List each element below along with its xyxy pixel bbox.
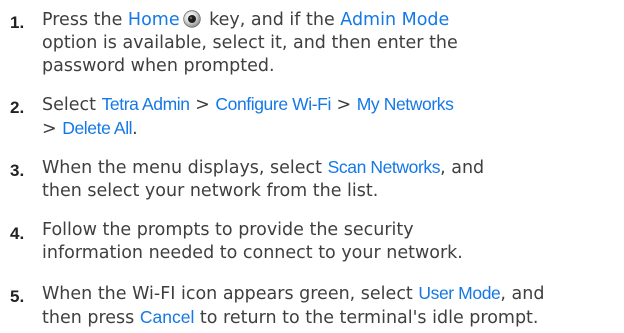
admin-mode-label: Admin Mode [340, 10, 450, 30]
tetra-admin-label: Tetra Admin [101, 94, 190, 114]
step-text-segment: . [132, 119, 138, 139]
menu-separator: > [42, 119, 63, 139]
step-number: 3. [10, 161, 25, 180]
scan-networks-label: Scan Networks [327, 157, 441, 177]
step-text: When the Wi-FI icon appears green, selec… [42, 282, 617, 330]
step-text-segment: When the Wi-FI icon appears green, selec… [42, 284, 419, 304]
step-line: information needed to connect to your ne… [42, 243, 463, 263]
user-mode-label: User Mode [418, 283, 501, 303]
step-line: then press Cancel to return to the termi… [42, 306, 617, 330]
step-line: then select your network from the list. [42, 181, 379, 201]
delete-all-label: Delete All [62, 118, 133, 138]
step-text-segment: , and [440, 158, 485, 178]
step-text-segment: then press [42, 308, 140, 328]
step-line: Select Tetra Admin > Configure Wi-Fi > M… [42, 93, 617, 117]
my-networks-label: My Networks [356, 94, 454, 114]
step-line: > Delete All. [42, 117, 617, 141]
home-key-icon [182, 10, 201, 28]
step-number: 2. [10, 98, 25, 117]
step-number: 4. [10, 224, 25, 243]
configure-wifi-label: Configure Wi-Fi [215, 94, 331, 114]
step-text-segment: key, and if the [203, 10, 341, 30]
step-text: Follow the prompts to provide the securi… [42, 219, 617, 265]
step-text: When the menu displays, select Scan Netw… [42, 156, 617, 203]
step-line: When the menu displays, select Scan Netw… [42, 156, 617, 180]
step-text-segment: , and [500, 284, 545, 304]
home-key-label: Home [127, 10, 180, 30]
step-text: Press the Home key, and if the Admin Mod… [42, 9, 617, 78]
step-text-segment: Press the [42, 10, 128, 30]
step-line: When the Wi-FI icon appears green, selec… [42, 282, 617, 306]
step-text: Select Tetra Admin > Configure Wi-Fi > M… [42, 93, 617, 141]
step-text-segment: to return to the terminal's idle prompt. [194, 308, 539, 328]
step-text-segment: Select [42, 95, 102, 115]
menu-separator: > [330, 95, 357, 115]
step-number: 5. [10, 287, 25, 306]
menu-separator: > [189, 95, 216, 115]
step-line: option is available, select it, and then… [42, 33, 458, 53]
step-line: password when prompted. [42, 56, 275, 76]
step-line: Press the Home key, and if the Admin Mod… [42, 9, 617, 32]
step-number: 1. [10, 13, 25, 32]
cancel-key-label: Cancel [139, 307, 195, 327]
step-line: Follow the prompts to provide the securi… [42, 220, 414, 240]
step-text-segment: When the menu displays, select [42, 158, 328, 178]
